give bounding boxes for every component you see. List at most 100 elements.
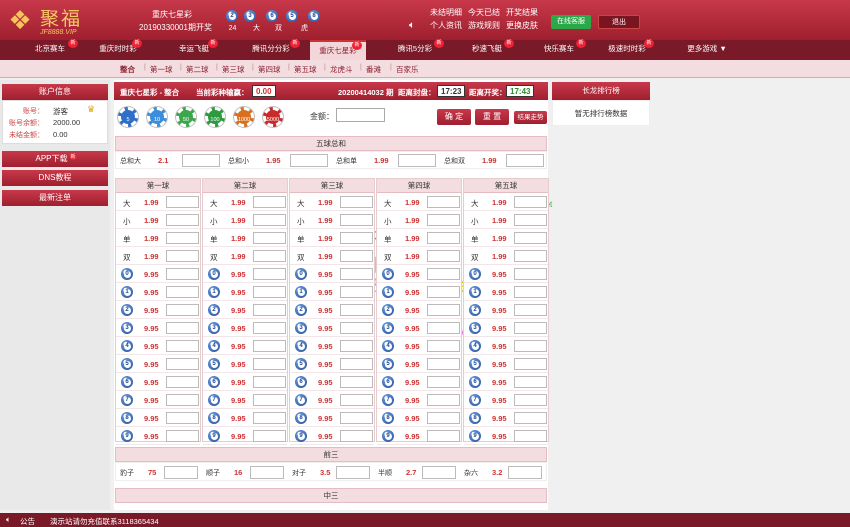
bet-input[interactable] <box>166 412 199 424</box>
tab-3[interactable]: 幸运飞艇新 <box>166 39 222 60</box>
subnav-item[interactable]: 第三球 <box>222 64 245 75</box>
bet-input[interactable] <box>514 358 547 370</box>
chip-50[interactable]: 50 <box>176 107 196 127</box>
bet-input[interactable] <box>340 304 373 316</box>
bet-input[interactable] <box>427 304 460 316</box>
bet-input[interactable] <box>514 250 547 262</box>
bet-input[interactable] <box>427 196 460 208</box>
confirm-button[interactable]: 确 定 <box>437 109 471 125</box>
bet-input[interactable] <box>427 286 460 298</box>
tab-9[interactable]: 极速时时彩新 <box>596 39 658 60</box>
tab-4[interactable]: 腾讯分分彩新 <box>238 39 304 60</box>
bet-input[interactable] <box>253 340 286 352</box>
bet-input[interactable] <box>427 430 460 442</box>
front3-bet-input[interactable] <box>422 466 456 479</box>
link-results[interactable]: 开奖结果 <box>506 7 538 18</box>
bet-input[interactable] <box>166 304 199 316</box>
bet-input[interactable] <box>514 214 547 226</box>
bet-input[interactable] <box>340 322 373 334</box>
amount-input[interactable] <box>336 108 385 122</box>
notice-text[interactable]: 演示站请勿充值联系3118365434 <box>50 516 159 527</box>
bet-input[interactable] <box>427 358 460 370</box>
bet-input[interactable] <box>514 376 547 388</box>
front3-bet-input[interactable] <box>164 466 198 479</box>
bet-input[interactable] <box>340 358 373 370</box>
link-profile[interactable]: 个人资讯 <box>430 20 462 31</box>
bet-input[interactable] <box>253 268 286 280</box>
dns-tutorial-button[interactable]: DNS教程 <box>2 170 108 186</box>
subnav-item[interactable]: 番滩 <box>366 64 381 75</box>
bet-input[interactable] <box>253 430 286 442</box>
speaker-icon[interactable]: 🔈︎ <box>409 20 415 31</box>
front3-bet-input[interactable] <box>336 466 370 479</box>
bet-input[interactable] <box>166 214 199 226</box>
bet-input[interactable] <box>166 250 199 262</box>
bet-input[interactable] <box>253 232 286 244</box>
bet-input[interactable] <box>340 376 373 388</box>
tab-10[interactable]: 更多游戏 ▼ <box>676 40 738 60</box>
bet-input[interactable] <box>340 394 373 406</box>
bet-input[interactable] <box>340 196 373 208</box>
sum-bet-input[interactable] <box>506 154 544 167</box>
bet-input[interactable] <box>427 250 460 262</box>
bet-input[interactable] <box>514 196 547 208</box>
bet-input[interactable] <box>427 232 460 244</box>
bet-input[interactable] <box>340 268 373 280</box>
bet-input[interactable] <box>514 304 547 316</box>
bet-input[interactable] <box>427 322 460 334</box>
front3-bet-input[interactable] <box>508 466 542 479</box>
bet-input[interactable] <box>340 340 373 352</box>
latest-bets-button[interactable]: 最新注单 <box>2 190 108 206</box>
bet-input[interactable] <box>427 412 460 424</box>
bet-input[interactable] <box>427 394 460 406</box>
bet-input[interactable] <box>253 358 286 370</box>
bet-input[interactable] <box>427 340 460 352</box>
bet-input[interactable] <box>427 268 460 280</box>
tab-1[interactable]: 北京赛车新 <box>18 39 82 60</box>
reset-button[interactable]: 重 置 <box>475 109 509 125</box>
bet-input[interactable] <box>166 376 199 388</box>
bet-input[interactable] <box>253 304 286 316</box>
link-settled[interactable]: 今天已结 <box>468 7 500 18</box>
bet-input[interactable] <box>166 340 199 352</box>
bet-input[interactable] <box>166 322 199 334</box>
bet-input[interactable] <box>253 250 286 262</box>
bet-input[interactable] <box>253 286 286 298</box>
subnav-item[interactable]: 第一球 <box>150 64 173 75</box>
bet-input[interactable] <box>514 394 547 406</box>
chip-100[interactable]: 100 <box>205 107 225 127</box>
sum-bet-input[interactable] <box>290 154 328 167</box>
link-unsettled[interactable]: 未结明细 <box>430 7 462 18</box>
logout-button[interactable]: 退出 <box>598 15 640 29</box>
tab-2[interactable]: 重庆时时彩新 <box>90 39 146 60</box>
tab-8[interactable]: 快乐赛车新 <box>528 39 590 60</box>
bet-input[interactable] <box>253 214 286 226</box>
bet-input[interactable] <box>253 394 286 406</box>
bet-input[interactable] <box>427 214 460 226</box>
bet-input[interactable] <box>166 358 199 370</box>
bet-input[interactable] <box>166 232 199 244</box>
trend-button[interactable]: 结果走势 <box>514 111 547 124</box>
bet-input[interactable] <box>514 412 547 424</box>
bet-input[interactable] <box>340 412 373 424</box>
front3-bet-input[interactable] <box>250 466 284 479</box>
bet-input[interactable] <box>514 340 547 352</box>
bet-input[interactable] <box>253 412 286 424</box>
subnav-item[interactable]: 第五球 <box>294 64 317 75</box>
subnav-item[interactable]: 第二球 <box>186 64 209 75</box>
bet-input[interactable] <box>514 430 547 442</box>
tab-7[interactable]: 秒速飞艇新 <box>456 39 518 60</box>
bet-input[interactable] <box>340 286 373 298</box>
bet-input[interactable] <box>253 376 286 388</box>
bet-input[interactable] <box>340 232 373 244</box>
bet-input[interactable] <box>253 322 286 334</box>
link-rules[interactable]: 游戏规则 <box>468 20 500 31</box>
bet-input[interactable] <box>514 286 547 298</box>
bet-input[interactable] <box>514 322 547 334</box>
chip-10[interactable]: 10 <box>147 107 167 127</box>
customer-service-button[interactable]: 在线客服 <box>551 15 591 29</box>
bet-input[interactable] <box>340 250 373 262</box>
bet-input[interactable] <box>514 232 547 244</box>
bet-input[interactable] <box>514 268 547 280</box>
bet-input[interactable] <box>166 286 199 298</box>
